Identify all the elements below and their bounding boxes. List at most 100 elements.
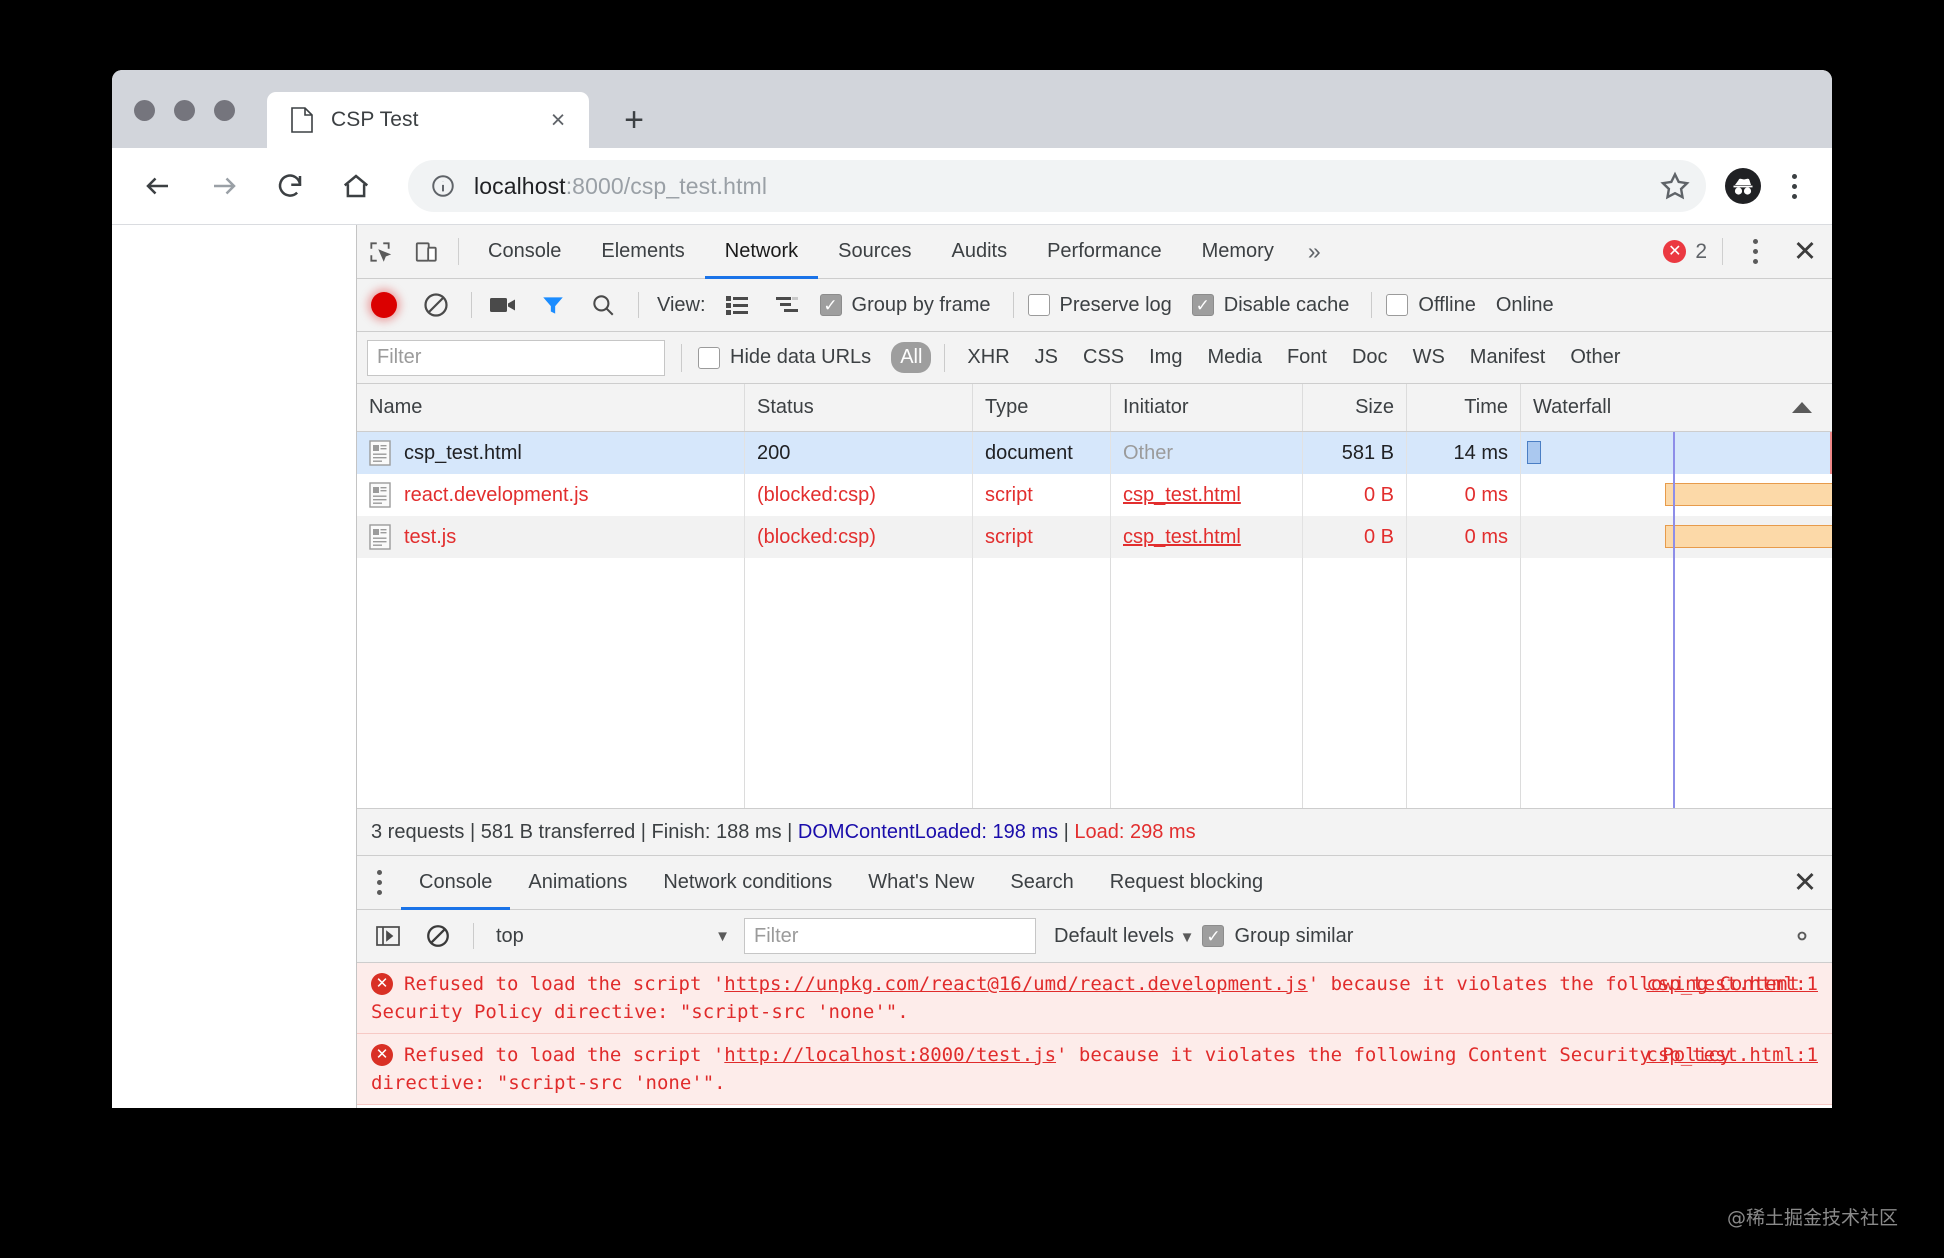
preserve-log-checkbox[interactable]: Preserve log	[1027, 294, 1172, 317]
clear-console-icon[interactable]	[421, 919, 455, 953]
type-filter-img[interactable]: Img	[1140, 342, 1191, 373]
more-tabs-icon[interactable]: »	[1294, 225, 1335, 278]
window-controls[interactable]	[134, 100, 235, 121]
tab-elements[interactable]: Elements	[581, 225, 704, 278]
execution-context-select[interactable]: top ▼	[496, 925, 744, 948]
log-levels-dropdown[interactable]: Default levels ▼	[1054, 925, 1194, 948]
cell-name[interactable]: test.js	[357, 516, 745, 558]
drawer-tab-network-conditions[interactable]: Network conditions	[645, 856, 850, 909]
table-row[interactable]: csp_test.html 200 document Other 581 B 1…	[357, 432, 1832, 474]
drawer-tab-console[interactable]: Console	[401, 856, 511, 910]
console-error-message[interactable]: ✕ Refused to load the script 'http://loc…	[357, 1034, 1832, 1105]
type-filter-css[interactable]: CSS	[1074, 342, 1133, 373]
close-devtools-button[interactable]: ✕	[1778, 225, 1832, 278]
console-filter-input[interactable]	[744, 918, 1036, 954]
browser-tab[interactable]: CSP Test ×	[267, 92, 589, 148]
close-drawer-button[interactable]: ✕	[1778, 856, 1832, 909]
offline-checkbox[interactable]: Offline	[1386, 294, 1476, 317]
drawer-tab-whats-new[interactable]: What's New	[850, 856, 992, 909]
tab-performance[interactable]: Performance	[1027, 225, 1182, 278]
type-filter-xhr[interactable]: XHR	[958, 342, 1018, 373]
column-header-time[interactable]: Time	[1407, 384, 1521, 431]
devtools-menu-button[interactable]	[1732, 225, 1778, 278]
waterfall-track	[1521, 474, 1832, 516]
tab-sources[interactable]: Sources	[818, 225, 931, 278]
filter-icon[interactable]	[536, 288, 570, 322]
star-icon[interactable]	[1658, 169, 1692, 203]
maximize-window-button[interactable]	[214, 100, 235, 121]
search-icon[interactable]	[586, 288, 620, 322]
tab-memory[interactable]: Memory	[1182, 225, 1294, 278]
resource-type-filters: All XHR JS CSS Img Media Font Doc WS Man…	[891, 342, 1629, 373]
cell-name[interactable]: csp_test.html	[357, 432, 745, 474]
disable-cache-checkbox[interactable]: Disable cache	[1191, 294, 1349, 317]
device-toolbar-icon[interactable]	[403, 225, 449, 278]
type-filter-other[interactable]: Other	[1561, 342, 1629, 373]
url-text: localhost:8000/csp_test.html	[474, 173, 767, 200]
group-similar-checkbox[interactable]: Group similar	[1202, 925, 1353, 948]
tab-title: CSP Test	[331, 108, 419, 131]
drawer-tab-search[interactable]: Search	[992, 856, 1091, 909]
column-header-waterfall[interactable]: Waterfall	[1521, 384, 1832, 431]
execution-context-value: top	[496, 924, 524, 947]
hide-data-urls-checkbox[interactable]: Hide data URLs	[698, 346, 871, 369]
back-button[interactable]	[132, 160, 184, 212]
checkbox-box	[819, 294, 842, 316]
minimize-window-button[interactable]	[174, 100, 195, 121]
console-message-source[interactable]: csp_test.html:1	[1646, 1041, 1818, 1069]
column-header-name[interactable]: Name	[357, 384, 745, 431]
console-error-message[interactable]: ✕ Refused to load the script 'https://un…	[357, 963, 1832, 1034]
tab-audits[interactable]: Audits	[932, 225, 1028, 278]
filter-input[interactable]	[367, 339, 665, 376]
summary-separator: |	[464, 820, 481, 843]
incognito-avatar-icon[interactable]	[1724, 167, 1762, 205]
gear-icon[interactable]	[1788, 922, 1816, 950]
type-filter-all[interactable]: All	[891, 342, 932, 373]
cell-name[interactable]: react.development.js	[357, 474, 745, 516]
drawer-tab-animations[interactable]: Animations	[510, 856, 645, 909]
list-view-icon[interactable]	[720, 288, 754, 322]
console-prompt[interactable]: ❯	[357, 1105, 1832, 1108]
column-header-size[interactable]: Size	[1303, 384, 1407, 431]
summary-requests: 3 requests	[371, 820, 465, 843]
inspect-element-icon[interactable]	[357, 225, 403, 278]
message-link[interactable]: https://unpkg.com/react@16/umd/react.dev…	[724, 973, 1307, 995]
type-filter-font[interactable]: Font	[1278, 342, 1336, 373]
close-tab-button[interactable]: ×	[545, 107, 571, 133]
clear-button[interactable]	[419, 288, 453, 322]
tab-network[interactable]: Network	[704, 225, 819, 279]
summary-separator: |	[781, 820, 798, 843]
reload-button[interactable]	[264, 160, 316, 212]
new-tab-button[interactable]: +	[617, 103, 651, 137]
type-filter-ws[interactable]: WS	[1404, 342, 1454, 373]
table-row[interactable]: test.js (blocked:csp) script csp_test.ht…	[357, 516, 1832, 558]
type-filter-media[interactable]: Media	[1198, 342, 1270, 373]
type-filter-manifest[interactable]: Manifest	[1461, 342, 1555, 373]
error-count-badge[interactable]: ✕ 2	[1663, 225, 1713, 278]
record-button[interactable]	[371, 292, 397, 318]
close-window-button[interactable]	[134, 100, 155, 121]
browser-menu-button[interactable]	[1774, 164, 1814, 208]
home-button[interactable]	[330, 160, 382, 212]
cell-initiator[interactable]: csp_test.html	[1111, 474, 1303, 516]
column-header-initiator[interactable]: Initiator	[1111, 384, 1303, 431]
console-sidebar-icon[interactable]	[371, 919, 405, 953]
forward-button[interactable]	[198, 160, 250, 212]
type-filter-js[interactable]: JS	[1026, 342, 1067, 373]
info-icon[interactable]	[430, 173, 456, 199]
column-header-status[interactable]: Status	[745, 384, 973, 431]
console-message-source[interactable]: csp_test.html:1	[1646, 970, 1818, 998]
cell-initiator[interactable]: csp_test.html	[1111, 516, 1303, 558]
message-link[interactable]: http://localhost:8000/test.js	[724, 1044, 1056, 1066]
drawer-tab-request-blocking[interactable]: Request blocking	[1092, 856, 1281, 909]
waterfall-view-icon[interactable]	[770, 288, 804, 322]
cell-status: 200	[745, 432, 973, 474]
group-by-frame-checkbox[interactable]: Group by frame	[819, 294, 991, 317]
column-header-type[interactable]: Type	[973, 384, 1111, 431]
drawer-menu-button[interactable]	[357, 856, 401, 909]
tab-console[interactable]: Console	[468, 225, 581, 278]
type-filter-doc[interactable]: Doc	[1343, 342, 1397, 373]
address-bar[interactable]: localhost:8000/csp_test.html	[408, 160, 1706, 212]
capture-screenshots-icon[interactable]	[486, 288, 520, 322]
table-row[interactable]: react.development.js (blocked:csp) scrip…	[357, 474, 1832, 516]
